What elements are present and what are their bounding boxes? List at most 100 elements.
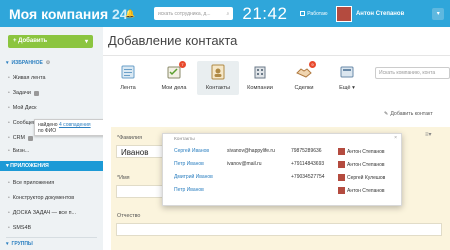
brand-logo[interactable]: Моя компания 24: [0, 5, 128, 22]
counter-badge: 9: [309, 61, 316, 68]
contact-owner: Сергей Кулешов: [338, 174, 385, 181]
bullet-icon: •: [8, 135, 10, 141]
contact-owner: Антон Степанов: [338, 187, 385, 194]
user-name: Антон Степанов: [355, 10, 405, 17]
deals-icon: 9: [295, 61, 316, 81]
star-icon: ▾: [6, 60, 9, 66]
middlename-field[interactable]: [116, 223, 442, 236]
sidebar-item-label: Задачи: [12, 90, 31, 96]
header-search-placeholder: искать сотрудника, д...: [157, 10, 211, 17]
close-icon[interactable]: ×: [394, 135, 397, 141]
contact-phone: 79875289636: [291, 148, 322, 154]
sidebar-item-business[interactable]: • Бизн...: [8, 148, 29, 154]
sidebar-item-crm[interactable]: • CRM: [8, 135, 34, 141]
work-status-label: Работаю: [307, 10, 328, 17]
duplicates-tooltip: найдено 4 совпадения по ФИО: [34, 119, 108, 136]
chevron-down-icon: ▾: [6, 241, 9, 247]
nav-label: Сделки: [294, 85, 314, 91]
avatar: [335, 5, 352, 22]
bullet-icon: •: [8, 105, 10, 111]
search-icon[interactable]: ⌕: [227, 11, 230, 17]
nav-my-tasks[interactable]: 7 Мои дела: [153, 61, 195, 95]
table-row[interactable]: Петр Иванов Антон Степанов: [163, 184, 401, 196]
sidebar-item-feed[interactable]: • Живая лента: [8, 75, 46, 81]
add-button[interactable]: + Добавить ▾: [8, 35, 93, 48]
work-status-button[interactable]: Работаю: [300, 11, 336, 17]
sidebar-item-label: Мой Диск: [12, 105, 37, 111]
owner-name: Антон Степанов: [347, 148, 385, 155]
counter-badge: [28, 135, 34, 141]
table-row[interactable]: Дмитрий Иванов +79034527754 Сергей Кулеш…: [163, 171, 401, 183]
clock: 21:42: [242, 3, 288, 23]
groups-section-title[interactable]: ▾ ГРУППЫ: [6, 241, 33, 247]
bullet-icon: •: [8, 195, 10, 201]
lastname-label: *Фамилия: [117, 135, 142, 141]
nav-more[interactable]: Ещё ▾: [326, 61, 368, 95]
user-menu[interactable]: Антон Степанов: [335, 5, 432, 22]
contacts-icon: [209, 63, 227, 81]
counter-badge: 7: [179, 61, 186, 68]
header-search-input[interactable]: искать сотрудника, д... ⌕: [153, 7, 234, 20]
bullet-icon: •: [8, 148, 10, 154]
company-icon: [251, 63, 269, 81]
sidebar-item-task-board[interactable]: • ДОСКА ЗАДАЧ — все п...: [8, 210, 76, 216]
sidebar-item-doc-builder[interactable]: • Конструктор документов: [8, 195, 74, 201]
nav-feed[interactable]: Лента: [107, 61, 149, 95]
table-row[interactable]: Сергей Иванов sivanov@happylife.ru 79875…: [163, 145, 401, 157]
bullet-icon: •: [8, 75, 10, 81]
contact-phone: +79034527754: [291, 174, 325, 180]
page-title: Добавление контакта: [108, 33, 238, 48]
contact-owner: Антон Степанов: [338, 148, 385, 155]
notification-bell-icon[interactable]: 🔔: [125, 9, 154, 18]
nav-contacts[interactable]: Контакты: [197, 61, 239, 95]
tooltip-matches-link[interactable]: 4 совпадения: [59, 122, 91, 128]
chevron-down-icon: ▾: [84, 39, 88, 45]
firstname-label: *Имя: [117, 175, 130, 181]
sidebar-item-tasks[interactable]: • Задачи: [8, 90, 39, 96]
add-contact-link[interactable]: ✎ Добавить контакт: [384, 111, 433, 117]
bullet-icon: •: [8, 90, 10, 96]
tooltip-suffix: по ФИО: [38, 128, 57, 134]
apps-section-title[interactable]: ▾ ПРИЛОЖЕНИЯ: [0, 161, 103, 171]
bullet-icon: •: [8, 210, 10, 216]
sidebar-item-all-apps[interactable]: • Все приложения: [8, 180, 54, 186]
sidebar: + Добавить ▾ ▾ ИЗБРАННОЕ ⚙ • Живая лента …: [0, 27, 103, 250]
nav-label: Ещё ▾: [339, 85, 355, 91]
avatar: [338, 187, 345, 194]
brand-name: Моя компания: [9, 5, 109, 22]
contact-name-link[interactable]: Сергей Иванов: [174, 148, 209, 154]
contact-phone: +79114843693: [291, 161, 325, 167]
contact-email: sivanov@happylife.ru: [227, 148, 275, 154]
tasks-icon: 7: [165, 61, 186, 81]
sidebar-item-label: SMS4B: [12, 225, 32, 231]
divider: [103, 55, 450, 56]
nav-deals[interactable]: 9 Сделки: [283, 61, 325, 95]
divider: [6, 237, 97, 238]
duplicates-popup: Контакты × Сергей Иванов sivanov@happyli…: [162, 133, 402, 206]
avatar: [338, 174, 345, 181]
apps-title-label: ПРИЛОЖЕНИЯ: [10, 163, 49, 169]
sidebar-item-label: Конструктор документов: [12, 195, 75, 201]
contact-name-link[interactable]: Петр Иванов: [174, 187, 204, 193]
favorites-section-title[interactable]: ▾ ИЗБРАННОЕ ⚙: [6, 60, 50, 66]
contact-name-link[interactable]: Петр Иванов: [174, 161, 204, 167]
header-menu-icon[interactable]: ▾: [432, 7, 445, 20]
bullet-icon: •: [8, 225, 10, 231]
pencil-icon: ✎: [384, 111, 389, 117]
crm-search-input[interactable]: Искать компанию, конта: [375, 67, 450, 79]
form-settings-icon[interactable]: ≡▾: [425, 131, 432, 138]
sidebar-item-disk[interactable]: • Мой Диск: [8, 105, 37, 111]
nav-label: Мои дела: [161, 85, 187, 91]
sidebar-item-label: CRM: [12, 135, 26, 141]
add-contact-label: Добавить контакт: [390, 111, 433, 117]
nav-companies[interactable]: Компании: [239, 61, 281, 95]
table-row[interactable]: Петр Иванов ivanov@mail.ru +79114843693 …: [163, 158, 401, 170]
bullet-icon: •: [8, 120, 10, 126]
contact-name-link[interactable]: Дмитрий Иванов: [174, 174, 213, 180]
avatar: [338, 161, 345, 168]
favorites-title-label: ИЗБРАННОЕ: [11, 60, 43, 66]
gear-icon[interactable]: ⚙: [46, 60, 50, 66]
sidebar-item-sms4b[interactable]: • SMS4B: [8, 225, 31, 231]
owner-name: Сергей Кулешов: [347, 174, 386, 181]
add-button-label: + Добавить: [13, 38, 48, 44]
